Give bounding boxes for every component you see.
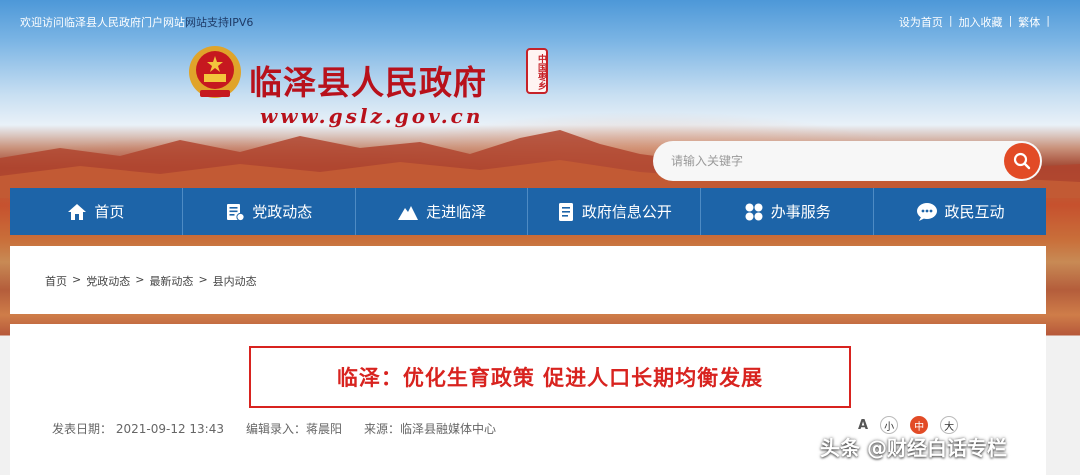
nav-label: 政民互动 (944, 203, 1005, 221)
divider: | (1046, 14, 1050, 27)
publish-date: 2021-09-12 13:43 (115, 422, 224, 436)
nav-item-about-linze[interactable]: 走进临泽 (356, 188, 529, 235)
nav-item-party-news[interactable]: 党政动态 (183, 188, 356, 235)
document-icon (558, 202, 573, 221)
set-homepage-link[interactable]: 设为首页 (899, 14, 943, 30)
nav-label: 办事服务 (770, 203, 831, 221)
nav-item-gov-info[interactable]: 政府信息公开 (528, 188, 702, 235)
breadcrumb-party-news[interactable]: 党政动态 (86, 273, 130, 289)
top-links: 设为首页 | 加入收藏 | 繁体 | (899, 14, 1050, 30)
grid-icon (745, 203, 763, 220)
nav-item-home[interactable]: 首页 (10, 188, 183, 235)
home-icon (68, 203, 87, 220)
breadcrumb: 首页 > 党政动态 > 最新动态 > 县内动态 (45, 273, 257, 289)
editor-name: 蒋晨阳 (306, 422, 343, 436)
breadcrumb-panel: 首页 > 党政动态 > 最新动态 > 县内动态 (10, 246, 1046, 314)
source-info: 来源：临泽县融媒体中心 (364, 420, 496, 437)
national-emblem-icon[interactable] (186, 44, 244, 104)
breadcrumb-latest-news[interactable]: 最新动态 (149, 273, 193, 289)
divider: | (948, 14, 953, 27)
publish-label: 发表日期： (52, 422, 113, 436)
main-nav: 首页 党政动态 走进临泽 政府信息公开 办事服务 政民互动 (10, 188, 1046, 235)
ipv6-badge: 网站支持IPV6 (185, 16, 254, 29)
search-input[interactable] (671, 151, 971, 171)
chat-icon (916, 202, 937, 221)
editor-info: 编辑录入：蒋晨阳 (246, 420, 342, 437)
top-bar: 欢迎访问临泽县人民政府门户网站网站支持IPV6 设为首页 | 加入收藏 | 繁体… (20, 14, 1050, 30)
breadcrumb-separator: > (198, 273, 208, 286)
hometown-seal: 中国枣乡 (526, 48, 548, 94)
nav-label: 走进临泽 (426, 203, 487, 221)
breadcrumb-county-news[interactable]: 县内动态 (213, 273, 257, 289)
nav-item-interaction[interactable]: 政民互动 (874, 188, 1046, 235)
add-favorite-link[interactable]: 加入收藏 (959, 14, 1003, 30)
breadcrumb-separator: > (135, 273, 145, 286)
mountain-icon (398, 205, 419, 220)
font-size-icon: A (858, 417, 869, 433)
site-domain: www.gslz.gov.cn (260, 104, 484, 128)
article-title: 临泽：优化生育政策 促进人口长期均衡发展 (336, 366, 764, 390)
divider: | (1008, 14, 1013, 27)
search-icon (1013, 152, 1031, 170)
traditional-chinese-link[interactable]: 繁体 (1018, 14, 1040, 30)
headline-highlight: 临泽：优化生育政策 促进人口长期均衡发展 (249, 346, 851, 408)
news-icon (227, 203, 245, 221)
breadcrumb-separator: > (72, 273, 82, 286)
welcome-text: 欢迎访问临泽县人民政府门户网站网站支持IPV6 (20, 14, 253, 30)
welcome-message: 欢迎访问临泽县人民政府门户网站 (20, 16, 185, 29)
publish-info: 发表日期： 2021-09-12 13:43 (52, 420, 224, 437)
article-meta: 发表日期： 2021-09-12 13:43 编辑录入：蒋晨阳 来源：临泽县融媒… (52, 420, 496, 437)
source-name: 临泽县融媒体中心 (400, 422, 497, 436)
breadcrumb-home[interactable]: 首页 (45, 273, 67, 289)
site-title[interactable]: 临泽县人民政府 (249, 56, 487, 104)
search-box (653, 141, 1042, 181)
nav-label: 党政动态 (252, 203, 313, 221)
source-label: 来源： (364, 422, 401, 436)
nav-item-services[interactable]: 办事服务 (701, 188, 875, 235)
nav-label: 首页 (94, 203, 125, 221)
toutiao-watermark: 头条 @财经白话专栏 (820, 436, 1007, 460)
search-button[interactable] (1004, 143, 1040, 179)
nav-label: 政府信息公开 (581, 203, 672, 221)
editor-label: 编辑录入： (245, 422, 306, 436)
